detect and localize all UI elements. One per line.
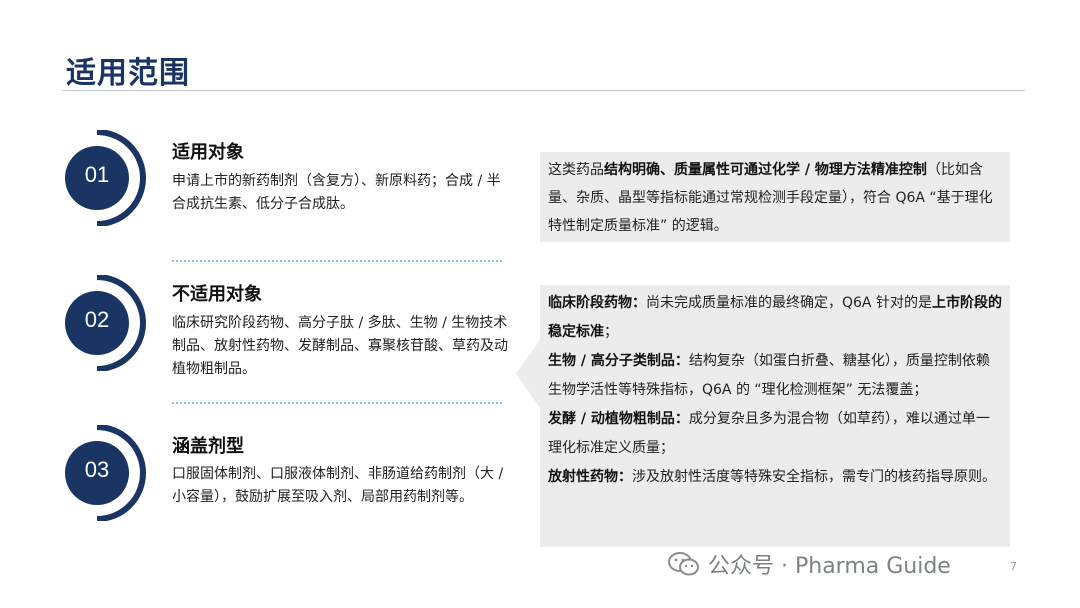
note-bold: 结构明确、质量属性可通过化学 / 物理方法精准控制 [604, 162, 927, 178]
note-label: 发酵 / 动植物粗制品： [548, 411, 689, 427]
page-title: 适用范围 [66, 56, 190, 91]
note-text: 涉及放射性活度等特殊安全指标，需专门的核药指导原则。 [632, 469, 996, 485]
note-text: 尚未完成质量标准的最终确定，Q6A 针对的是 [646, 295, 932, 311]
note-pointer [516, 340, 540, 408]
page-number: 7 [1010, 560, 1017, 573]
badge-number: 03 [84, 457, 110, 482]
note-label: 生物 / 高分子类制品： [548, 353, 689, 369]
note-applicable: 这类药品结构明确、质量属性可通过化学 / 物理方法精准控制（比如含量、杂质、晶型… [540, 152, 1010, 242]
item-description: 临床研究阶段药物、高分子肽 / 多肽、生物 / 生物技术制品、放射性药物、发酵制… [172, 315, 508, 377]
note-text: 这类药品 [548, 162, 604, 178]
badge-number: 02 [84, 307, 110, 332]
note-line-clinical: 临床阶段药物：尚未完成质量标准的最终确定，Q6A 针对的是上市阶段的稳定标准； [548, 289, 1002, 347]
note-text: ； [604, 324, 618, 340]
note-label: 临床阶段药物： [548, 295, 646, 311]
item-description: 口服固体制剂、口服液体制剂、非肠道给药制剂（大 / 小容量），鼓励扩展至吸入剂、… [172, 466, 504, 505]
item-description: 申请上市的新药制剂（含复方）、新原料药；合成 / 半合成抗生素、低分子合成肽。 [172, 173, 501, 212]
note-label: 放射性药物： [548, 469, 632, 485]
item-title: 涵盖剂型 [172, 436, 244, 457]
note-line-biologics: 生物 / 高分子类制品：结构复杂（如蛋白折叠、糖基化），质量控制依赖生物学活性等… [548, 347, 1002, 405]
watermark-text: 公众号 · Pharma Guide [708, 554, 951, 579]
section-divider [172, 402, 502, 404]
badge-01: 01 [64, 130, 154, 226]
item-title: 适用对象 [172, 142, 244, 163]
wechat-icon [668, 552, 699, 576]
note-line-radiopharma: 放射性药物：涉及放射性活度等特殊安全指标，需专门的核药指导原则。 [548, 463, 1002, 492]
note-not-applicable: 临床阶段药物：尚未完成质量标准的最终确定，Q6A 针对的是上市阶段的稳定标准； … [540, 285, 1010, 547]
note-line-fermentation: 发酵 / 动植物粗制品：成分复杂且多为混合物（如草药），难以通过单一理化标准定义… [548, 405, 1002, 463]
title-divider [62, 90, 1025, 91]
badge-number: 01 [84, 162, 110, 187]
badge-02: 02 [64, 275, 154, 371]
item-title: 不适用对象 [172, 284, 262, 305]
watermark: 公众号 · Pharma Guide [668, 548, 951, 580]
section-divider [172, 260, 502, 262]
badge-03: 03 [64, 425, 154, 521]
